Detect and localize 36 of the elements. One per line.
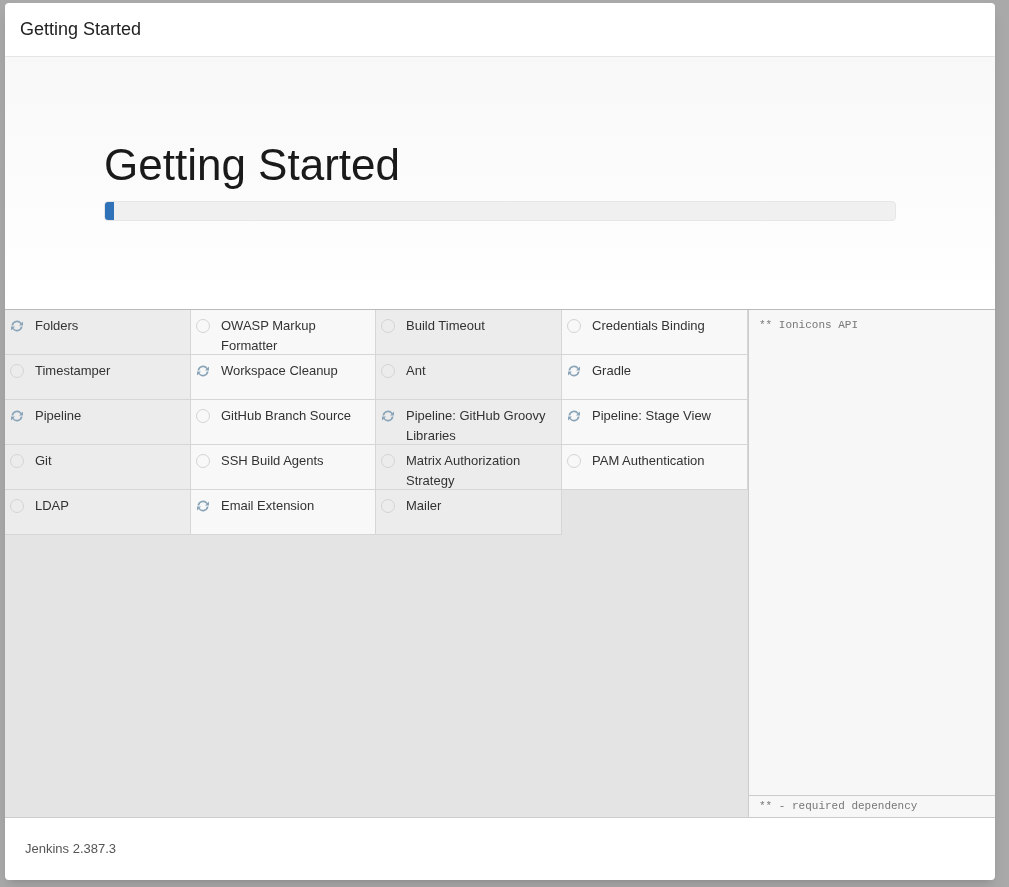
plugin-name: Credentials Binding: [592, 317, 705, 335]
plugin-name: PAM Authentication: [592, 452, 705, 470]
plugin-name: Ant: [406, 362, 426, 380]
circle-icon: [195, 318, 211, 334]
refresh-icon: [566, 364, 582, 378]
plugin-name: OWASP Markup Formatter: [221, 317, 317, 354]
page-heading: Getting Started: [104, 139, 401, 191]
plugin-name: Pipeline: GitHub Groovy Libraries: [406, 407, 547, 444]
circle-icon: [195, 453, 211, 469]
legend-text: ** - required dependency: [759, 799, 918, 815]
plugin-name: Email Extension: [221, 497, 315, 515]
log-line: ** Ionicons API: [759, 318, 860, 333]
plugin-name: Matrix Authorization Strategy: [406, 452, 522, 489]
plugin-name: Pipeline: [35, 407, 82, 425]
plugin-name: Timestamper: [35, 362, 111, 380]
plugin-name: LDAP: [35, 497, 69, 515]
plugin-name: Git: [35, 452, 52, 470]
plugin-name: Build Timeout: [406, 317, 485, 335]
refresh-icon: [380, 409, 396, 423]
plugin-name: Gradle: [592, 362, 632, 380]
circle-icon: [566, 453, 582, 469]
window-title: Getting Started: [20, 18, 142, 41]
plugin-name: Workspace Cleanup: [221, 362, 338, 380]
plugin-name: GitHub Branch Source: [221, 407, 352, 425]
refresh-icon: [195, 499, 211, 513]
refresh-icon: [195, 364, 211, 378]
plugin-name: Folders: [35, 317, 79, 335]
refresh-icon: [9, 409, 25, 423]
plugin-name: SSH Build Agents: [221, 452, 324, 470]
plugin-name: Mailer: [406, 497, 442, 515]
version-text: Jenkins 2.387.3: [25, 840, 117, 859]
refresh-icon: [566, 409, 582, 423]
circle-icon: [195, 408, 211, 424]
refresh-icon: [9, 319, 25, 333]
plugin-name: Pipeline: Stage View: [592, 407, 711, 425]
circle-icon: [566, 318, 582, 334]
